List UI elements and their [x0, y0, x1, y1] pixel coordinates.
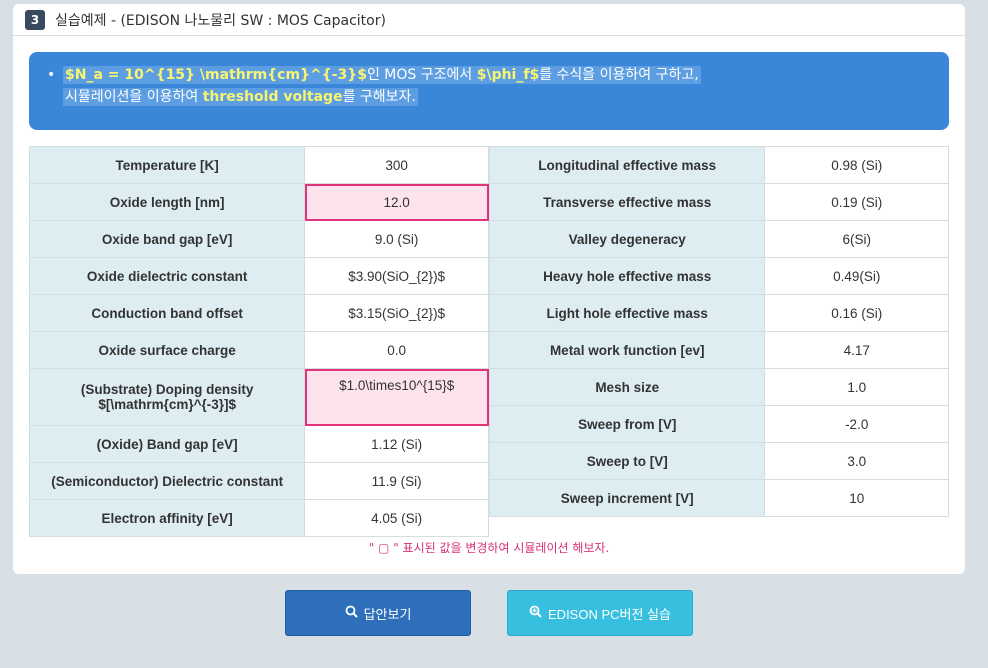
phi-f-formula: $\phi_f$: [476, 67, 540, 83]
param-label: Oxide band gap [eV]: [28, 220, 306, 258]
instruction-text-1a: 인 MOS 구조에서: [366, 67, 477, 83]
param-label: (Substrate) Doping density $[\mathrm{cm}^…: [28, 368, 306, 426]
table-row: Transverse effective mass 0.19 (Si): [488, 183, 949, 221]
param-value: 0.19 (Si): [764, 183, 949, 221]
param-label: Transverse effective mass: [488, 183, 766, 221]
param-value: $3.15(SiO_{2})$: [304, 294, 489, 332]
doping-density-input[interactable]: $1.0\times10^{15}$: [304, 368, 489, 426]
parameter-table-right: Longitudinal effective mass 0.98 (Si) Tr…: [488, 146, 949, 517]
doping-label-line-1: (Substrate) Doping density: [80, 382, 254, 397]
param-label: Valley degeneracy: [488, 220, 766, 258]
table-row: Metal work function [ev] 4.17: [488, 331, 949, 369]
param-value: 10: [764, 479, 949, 517]
param-label: Conduction band offset: [28, 294, 306, 332]
exercise-number-badge: 3: [25, 9, 45, 30]
instruction-text-2b: 를 구해보자.: [342, 89, 416, 105]
oxide-length-input[interactable]: 12.0: [304, 183, 489, 221]
param-label: (Oxide) Band gap [eV]: [28, 425, 306, 463]
param-label: Sweep increment [V]: [488, 479, 766, 517]
param-value: $3.90(SiO_{2})$: [304, 257, 489, 295]
table-row: Conduction band offset $3.15(SiO_{2})$: [28, 294, 489, 332]
param-label: Oxide length [nm]: [28, 183, 306, 221]
param-value: 4.05 (Si): [304, 499, 489, 537]
param-value: 0.0: [304, 331, 489, 369]
exercise-card: 3 실습예제 - (EDISON 나노물리 SW : MOS Capacitor…: [13, 4, 965, 574]
table-row: (Semiconductor) Dielectric constant 11.9…: [28, 462, 489, 500]
table-row: (Substrate) Doping density $[\mathrm{cm}^…: [28, 368, 489, 426]
param-label: Oxide surface charge: [28, 331, 306, 369]
table-row: Mesh size 1.0: [488, 368, 949, 406]
param-label: Metal work function [ev]: [488, 331, 766, 369]
edison-pc-practice-button[interactable]: EDISON PC버전 실습: [507, 590, 693, 636]
table-row: Light hole effective mass 0.16 (Si): [488, 294, 949, 332]
param-value: 0.98 (Si): [764, 146, 949, 184]
param-label: Heavy hole effective mass: [488, 257, 766, 295]
param-label: Electron affinity [eV]: [28, 499, 306, 537]
table-row: Oxide dielectric constant $3.90(SiO_{2})…: [28, 257, 489, 295]
param-label: Mesh size: [488, 368, 766, 406]
param-value: 4.17: [764, 331, 949, 369]
instruction-text-1b: 를 수식을 이용하여 구하고,: [539, 67, 699, 83]
table-row: Oxide length [nm] 12.0: [28, 183, 489, 221]
param-value: 1.0: [764, 368, 949, 406]
param-value: 300: [304, 146, 489, 184]
param-label: Sweep to [V]: [488, 442, 766, 480]
param-value: 0.49(Si): [764, 257, 949, 295]
editable-hint: " ▢ " 표시된 값을 변경하여 시뮬레이션 해보자.: [368, 541, 610, 555]
exercise-title: 실습예제 - (EDISON 나노물리 SW : MOS Capacitor): [55, 12, 386, 29]
parameter-table-left: Temperature [K] 300 Oxide length [nm] 12…: [28, 146, 489, 537]
param-value: 1.12 (Si): [304, 425, 489, 463]
param-label: Light hole effective mass: [488, 294, 766, 332]
view-answer-button[interactable]: 답안보기: [285, 590, 471, 636]
view-answer-label: 답안보기: [363, 606, 412, 622]
table-row: Oxide band gap [eV] 9.0 (Si): [28, 220, 489, 258]
param-value: 11.9 (Si): [304, 462, 489, 500]
param-value: 0.16 (Si): [764, 294, 949, 332]
table-row: Temperature [K] 300: [28, 146, 489, 184]
param-value: 6(Si): [764, 220, 949, 258]
param-label: Sweep from [V]: [488, 405, 766, 443]
param-label: Oxide dielectric constant: [28, 257, 306, 295]
instruction-box: • $N_a = 10^{15} \mathrm{cm}^{-3}$인 MOS …: [29, 52, 949, 130]
edison-pc-practice-label: EDISON PC버전 실습: [548, 606, 671, 622]
param-value: 3.0: [764, 442, 949, 480]
zoom-in-icon: [529, 605, 542, 621]
threshold-voltage-term: threshold voltage: [202, 89, 343, 105]
table-row: (Oxide) Band gap [eV] 1.12 (Si): [28, 425, 489, 463]
instruction-line-2: 시뮬레이션을 이용하여 threshold voltage를 구해보자.: [63, 88, 418, 106]
param-value: 9.0 (Si): [304, 220, 489, 258]
card-header: 3 실습예제 - (EDISON 나노물리 SW : MOS Capacitor…: [13, 4, 965, 36]
param-label: (Semiconductor) Dielectric constant: [28, 462, 306, 500]
table-row: Electron affinity [eV] 4.05 (Si): [28, 499, 489, 537]
param-label: Temperature [K]: [28, 146, 306, 184]
doping-formula: $N_a = 10^{15} \mathrm{cm}^{-3}$: [65, 67, 367, 83]
table-row: Longitudinal effective mass 0.98 (Si): [488, 146, 949, 184]
table-row: Sweep to [V] 3.0: [488, 442, 949, 480]
search-icon: [345, 605, 358, 621]
instruction-line-1: $N_a = 10^{15} \mathrm{cm}^{-3}$인 MOS 구조…: [63, 66, 701, 84]
table-row: Sweep increment [V] 10: [488, 479, 949, 517]
param-value: -2.0: [764, 405, 949, 443]
table-row: Sweep from [V] -2.0: [488, 405, 949, 443]
table-row: Valley degeneracy 6(Si): [488, 220, 949, 258]
table-row: Oxide surface charge 0.0: [28, 331, 489, 369]
instruction-text-2a: 시뮬레이션을 이용하여: [65, 89, 203, 105]
table-row: Heavy hole effective mass 0.49(Si): [488, 257, 949, 295]
param-label: Longitudinal effective mass: [488, 146, 766, 184]
bullet-icon: •: [47, 67, 56, 83]
doping-label-line-2: $[\mathrm{cm}^{-3}]$: [98, 397, 236, 412]
